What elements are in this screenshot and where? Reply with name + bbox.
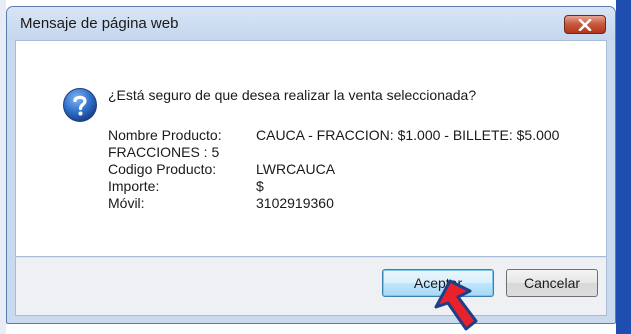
detail-value: LWRCAUCA <box>256 161 336 177</box>
close-icon <box>578 18 592 31</box>
dialog-button-bar: Aceptar Cancelar <box>15 257 607 316</box>
cancel-button[interactable]: Cancelar <box>506 269 598 297</box>
detail-label: Codigo Producto: <box>108 161 217 177</box>
confirmation-message: ¿Está seguro de que desea realizar la ve… <box>108 87 477 103</box>
detail-value: 3102919360 <box>256 195 334 211</box>
message-dialog: Mensaje de página web ¿Está seguro de qu… <box>6 6 616 324</box>
dialog-titlebar[interactable]: Mensaje de página web <box>7 7 615 40</box>
detail-value: CAUCA - FRACCION: $1.000 - BILLETE: $5.0… <box>256 127 560 143</box>
close-button[interactable] <box>564 15 606 34</box>
detail-label: Nombre Producto: <box>108 127 222 143</box>
detail-value: $ <box>256 178 264 194</box>
pointer-arrow-icon <box>434 279 478 331</box>
dialog-title: Mensaje de página web <box>20 15 179 32</box>
dialog-content: ¿Está seguro de que desea realizar la ve… <box>15 40 607 257</box>
detail-label: Móvil: <box>108 195 145 211</box>
question-icon <box>63 88 97 122</box>
page-background-right <box>616 0 631 334</box>
detail-label: FRACCIONES : 5 <box>108 144 220 160</box>
detail-label: Importe: <box>108 178 160 194</box>
